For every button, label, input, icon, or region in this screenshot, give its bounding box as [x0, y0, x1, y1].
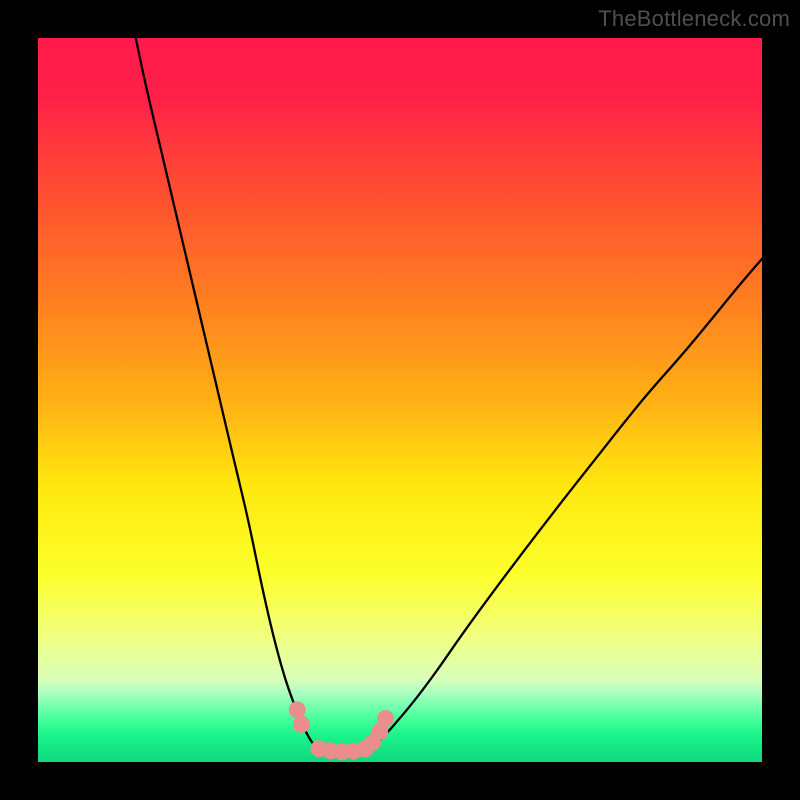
watermark-text: TheBottleneck.com [598, 6, 790, 32]
plot-area [38, 38, 762, 762]
chart-svg [38, 38, 762, 762]
outer-frame: TheBottleneck.com [0, 0, 800, 800]
data-marker [289, 701, 306, 718]
gradient-background [38, 38, 762, 762]
data-marker [293, 716, 310, 733]
data-marker [377, 710, 394, 727]
